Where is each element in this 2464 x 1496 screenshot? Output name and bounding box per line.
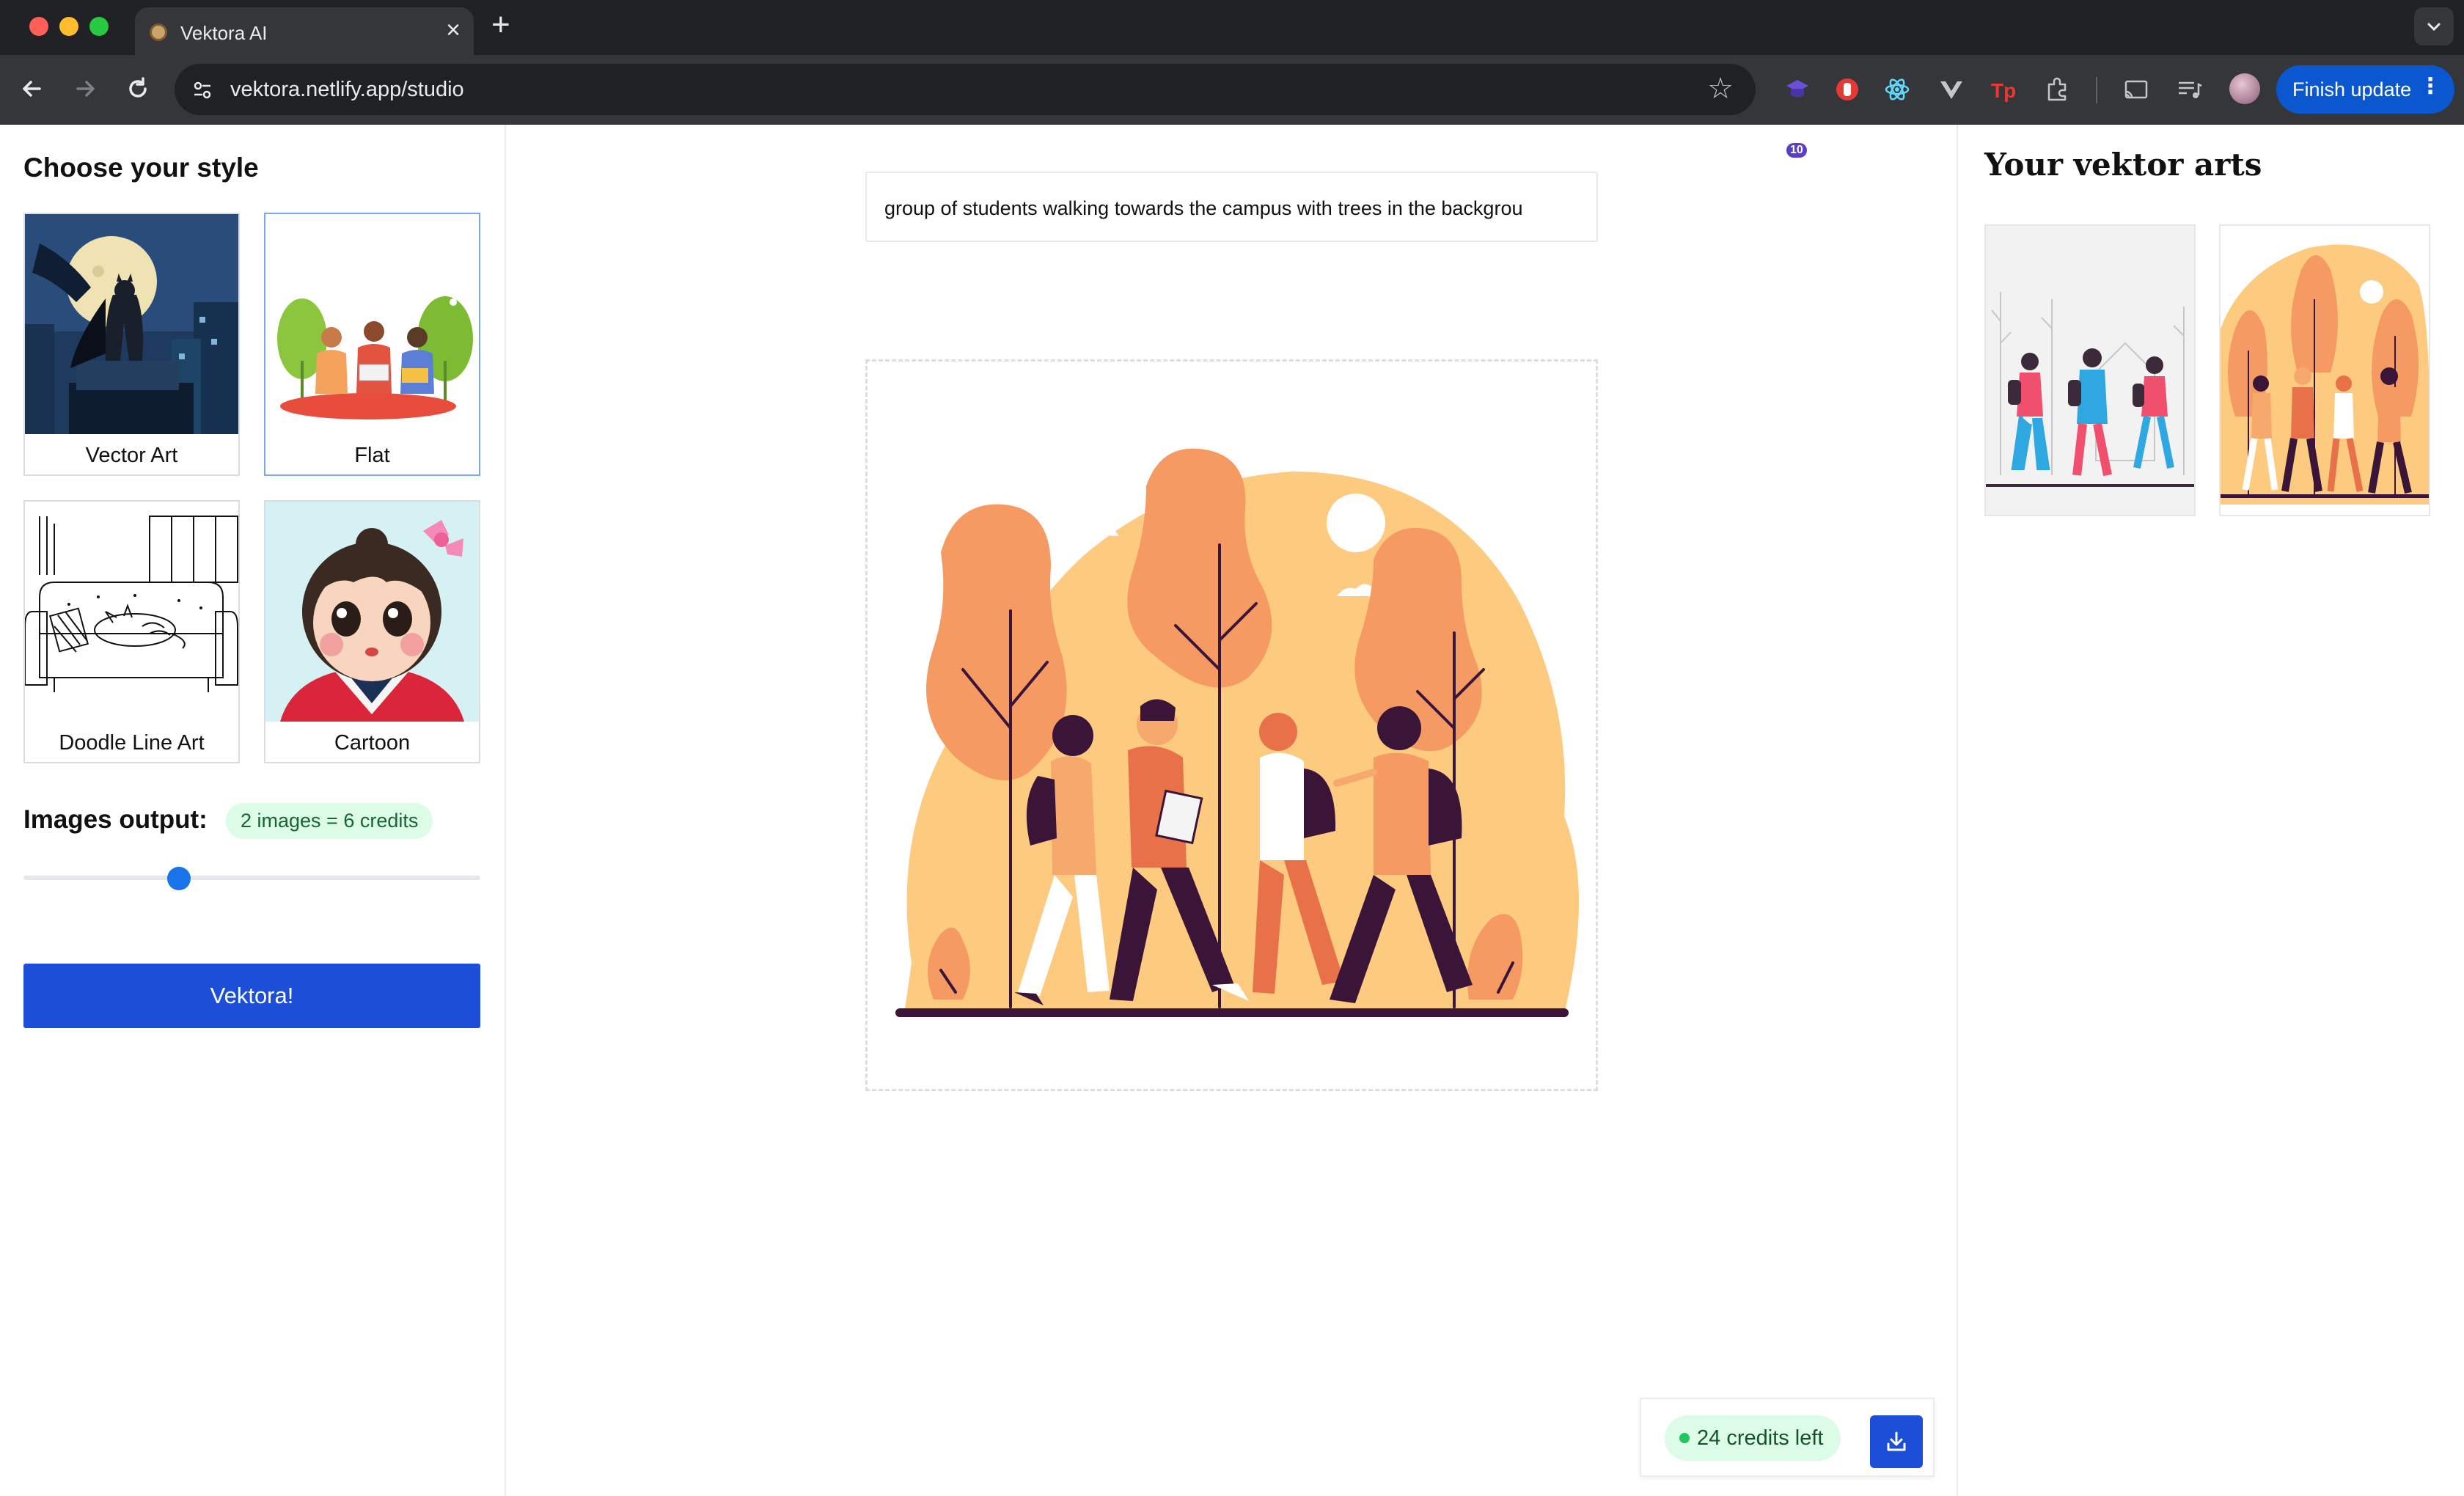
credits-left-badge: 24 credits left	[1665, 1415, 1841, 1461]
tp-extension-icon[interactable]: Tp	[1989, 76, 2017, 103]
favicon-icon	[150, 23, 167, 41]
credits-status-bar: 24 credits left	[1640, 1398, 1935, 1477]
style-label: Cartoon	[334, 731, 411, 755]
browser-toolbar: vektora.netlify.app/studio ☆ 10 Tp Finis…	[0, 55, 2464, 158]
browser-tab[interactable]: Vektora AI ×	[135, 7, 474, 55]
url-text: vektora.netlify.app/studio	[230, 78, 464, 101]
generated-image-canvas	[865, 359, 1598, 1091]
browser-tabbar: Vektora AI × +	[0, 0, 2464, 55]
profile-avatar[interactable]	[2229, 73, 2260, 104]
style-card-flat[interactable]: Flat	[264, 213, 480, 476]
address-bar[interactable]: vektora.netlify.app/studio ☆	[175, 64, 1756, 115]
forward-arrow-icon[interactable]	[70, 74, 100, 103]
tab-title: Vektora AI	[180, 22, 268, 44]
choose-style-heading: Choose your style	[23, 153, 259, 183]
style-card-vector-art[interactable]: Vector Art	[23, 213, 240, 476]
graduation-cap-extension-icon[interactable]	[1783, 76, 1811, 103]
extensions-puzzle-icon[interactable]	[2043, 76, 2071, 103]
new-tab-button[interactable]: +	[491, 9, 510, 41]
media-queue-icon[interactable]	[2175, 76, 2203, 103]
tab-search-button[interactable]	[2414, 7, 2454, 45]
cartoon-thumbnail	[265, 502, 479, 722]
history-panel: Your vektor arts	[1957, 125, 2464, 1496]
bookmark-star-icon[interactable]: ☆	[1707, 74, 1734, 103]
generated-illustration	[868, 362, 1596, 1089]
images-output-slider[interactable]	[23, 876, 480, 880]
tab-close-icon[interactable]: ×	[446, 18, 461, 43]
close-window-button[interactable]	[29, 17, 48, 36]
vector-art-thumbnail	[25, 214, 238, 434]
slider-thumb[interactable]	[166, 867, 191, 890]
status-dot-icon	[1679, 1433, 1690, 1443]
students-flat-thumbnail	[2221, 226, 2429, 515]
site-settings-icon[interactable]	[192, 80, 213, 100]
students-sketch-thumbnail	[1986, 226, 2194, 515]
chevron-down-icon	[2427, 23, 2441, 32]
svg-text:Tp: Tp	[1991, 79, 2016, 102]
style-label: Flat	[354, 444, 390, 467]
style-label: Vector Art	[85, 444, 178, 467]
flat-thumbnail	[265, 214, 479, 434]
vue-devtools-icon[interactable]	[1937, 76, 1965, 103]
toolbar-separator	[2096, 77, 2097, 103]
finish-update-button[interactable]: Finish update ⋮	[2276, 65, 2454, 114]
minimize-window-button[interactable]	[59, 17, 78, 36]
history-thumbnail-1[interactable]	[1984, 224, 2196, 516]
images-output-label: Images output:	[23, 805, 208, 834]
style-sidebar: Choose your style Vector Art Flat Doodle…	[0, 125, 506, 1496]
react-devtools-icon[interactable]	[1883, 76, 1911, 103]
credit-cost-badge: 2 images = 6 credits	[226, 803, 433, 839]
extension-badge: 10	[1786, 143, 1807, 158]
style-card-cartoon[interactable]: Cartoon	[264, 500, 480, 763]
prompt-input[interactable]: group of students walking towards the ca…	[865, 172, 1598, 242]
stop-hand-extension-icon[interactable]	[1833, 76, 1861, 103]
maximize-window-button[interactable]	[89, 17, 109, 36]
style-card-doodle-line-art[interactable]: Doodle Line Art	[23, 500, 240, 763]
vektor-arts-heading: Your vektor arts	[1984, 147, 2262, 183]
credits-left-text: 24 credits left	[1697, 1426, 1824, 1450]
download-button[interactable]	[1870, 1415, 1923, 1468]
reload-icon[interactable]	[123, 74, 153, 103]
more-vert-icon[interactable]: ⋮	[2419, 76, 2441, 98]
back-arrow-icon[interactable]	[18, 74, 47, 103]
cast-icon[interactable]	[2122, 76, 2150, 103]
prompt-text: group of students walking towards the ca…	[884, 197, 1523, 219]
download-icon	[1887, 1431, 1906, 1451]
finish-update-label: Finish update	[2292, 78, 2412, 100]
history-thumbnail-2[interactable]	[2219, 224, 2430, 516]
generate-button[interactable]: Vektora!	[23, 964, 480, 1028]
doodle-line-art-thumbnail	[25, 502, 238, 722]
style-label: Doodle Line Art	[59, 731, 205, 755]
